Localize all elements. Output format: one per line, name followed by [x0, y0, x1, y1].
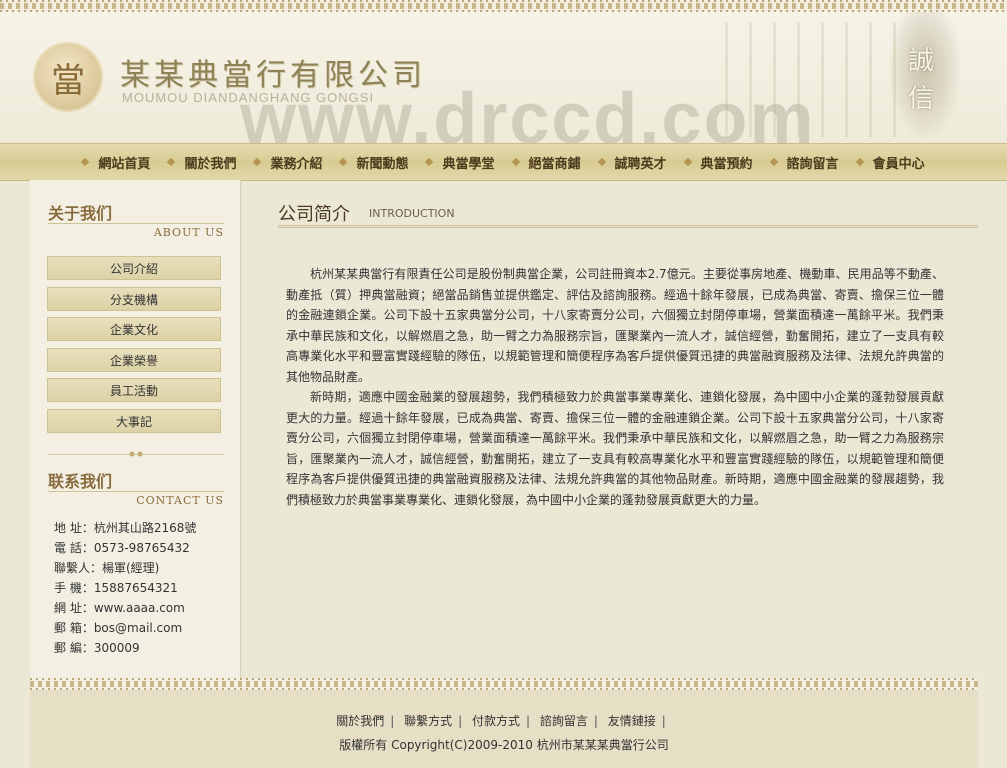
footer-separator: | — [593, 714, 598, 728]
footer-separator: | — [525, 714, 531, 728]
nav-bullet-icon — [81, 157, 90, 167]
nav-bullet-icon — [597, 157, 606, 167]
side-menu-honors[interactable]: 企業榮譽 — [47, 348, 221, 372]
nav-item-booking[interactable]: 典當預約 — [683, 153, 753, 172]
contact-mobile: 手 機：15887654321 — [54, 581, 178, 595]
sidebar: 关于我们 ABOUT US 公司介紹 分支機構 企業文化 企業榮譽 員工活動 大… — [30, 180, 241, 678]
article-paragraph-2: 新時期，適應中國金融業的發展趨勢，我們積極致力於典當事業專業化、連鎖化發展，為中… — [286, 390, 944, 507]
footer-separator: | — [390, 714, 395, 728]
footer-link-about[interactable]: 關於我們 — [336, 714, 384, 728]
page-title: 公司简介 — [278, 204, 350, 225]
page-title-en: INTRODUCTION — [369, 207, 455, 220]
motto-char-1: 誠 — [908, 46, 935, 76]
contact-address: 地 址：杭州其山路2168號 — [54, 521, 197, 535]
about-us-subtitle: ABOUT US — [153, 226, 224, 239]
nav-item-news[interactable]: 新聞動態 — [339, 153, 408, 172]
bottom-fret-border — [30, 678, 978, 690]
side-menu-milestones[interactable]: 大事記 — [47, 409, 221, 433]
title-rule — [278, 225, 978, 228]
site-footer: 關於我們 | 聯繫方式 | 付款方式 | 諮詢留言 | 友情鏈接 | 版權所有 Copyr… — [30, 690, 978, 768]
nav-bullet-icon — [253, 157, 262, 167]
contact-us-rule — [48, 491, 224, 492]
logo-seal[interactable]: 當 — [33, 42, 103, 112]
top-fret-border — [0, 0, 1007, 12]
nav-bullet-icon — [769, 157, 778, 167]
nav-item-business[interactable]: 業務介紹 — [253, 153, 322, 172]
watermark-text: www.drccd.com — [240, 79, 816, 143]
site-header: 當 某某典當行有限公司 MOUMOU DIANDANGHANG GONGSI 誠… — [0, 12, 1007, 143]
contact-postcode: 郵 編：300009 — [54, 641, 140, 655]
side-menu-company-intro[interactable]: 公司介紹 — [47, 256, 221, 280]
nav-item-message[interactable]: 諮詢留言 — [769, 153, 839, 172]
motto-char-2: 信 — [908, 84, 935, 114]
footer-link-payment[interactable]: 付款方式 — [472, 714, 520, 728]
main-content: 公司简介 INTRODUCTION 杭州某某典當行有限責任公司是股份制典當企業，… — [278, 180, 978, 678]
copyright-text: 版權所有 Copyright(C)2009-2010 杭州市某某某典當行公司 — [339, 738, 669, 752]
sidebar-divider — [48, 450, 224, 458]
nav-item-shop[interactable]: 絕當商鋪 — [511, 153, 581, 172]
article-paragraph-1: 杭州某某典當行有限責任公司是股份制典當企業，公司註冊資本2.7億元。主要從事房地… — [286, 267, 944, 384]
article-body: 杭州某某典當行有限責任公司是股份制典當企業，公司註冊資本2.7億元。主要從事房地… — [286, 264, 944, 510]
side-menu-staff-activities[interactable]: 員工活動 — [47, 378, 221, 402]
nav-bullet-icon — [167, 157, 176, 167]
contact-us-title: 联系我们 — [48, 472, 113, 491]
nav-item-jobs[interactable]: 誠聘英才 — [597, 153, 667, 172]
footer-links: 關於我們 | 聯繫方式 | 付款方式 | 諮詢留言 | 友情鏈接 | — [30, 712, 978, 729]
nav-bullet-icon — [683, 157, 692, 167]
contact-us-subtitle: CONTACT US — [136, 494, 224, 507]
footer-separator: | — [661, 714, 666, 728]
about-us-rule — [48, 223, 224, 224]
nav-item-school[interactable]: 典當學堂 — [425, 153, 495, 172]
contact-email[interactable]: 郵 箱：bos@mail.com — [54, 619, 182, 636]
nav-bullet-icon — [425, 157, 434, 167]
nav-bullet-icon — [855, 157, 864, 167]
contact-phone: 電 話：0573-98765432 — [54, 541, 190, 555]
side-menu-branches[interactable]: 分支機構 — [47, 287, 221, 311]
main-nav: 網站首頁 關於我們 業務介紹 新聞動態 典當學堂 絕當商鋪 誠聘英才 典當預約 … — [0, 143, 1007, 181]
divider-ornament-icon — [128, 450, 144, 458]
footer-link-contact[interactable]: 聯繫方式 — [404, 714, 452, 728]
about-us-title: 关于我们 — [48, 204, 113, 223]
nav-bullet-icon — [339, 157, 348, 167]
nav-item-home[interactable]: 網站首頁 — [81, 153, 150, 172]
nav-item-member[interactable]: 會員中心 — [855, 153, 925, 172]
contact-website[interactable]: 網 址：www.aaaa.com — [54, 599, 185, 616]
footer-link-friends[interactable]: 友情鏈接 — [608, 714, 656, 728]
footer-link-message[interactable]: 諮詢留言 — [540, 714, 588, 728]
footer-separator: | — [458, 714, 463, 728]
nav-item-about[interactable]: 關於我們 — [167, 153, 236, 172]
contact-person: 聯繫人：楊軍(經理) — [54, 561, 160, 575]
nav-bullet-icon — [511, 157, 520, 167]
side-menu-culture[interactable]: 企業文化 — [47, 317, 221, 341]
logo-char: 當 — [51, 60, 85, 101]
